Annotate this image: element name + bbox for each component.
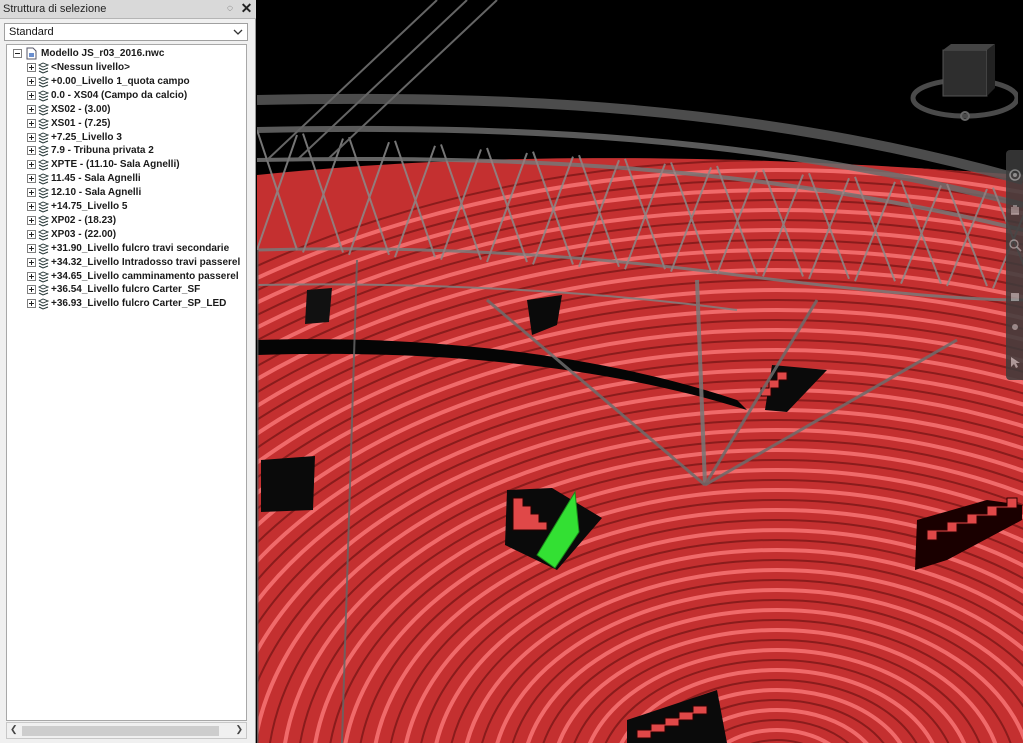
chevron-down-icon [233,29,243,35]
tree-item[interactable]: +36.93_Livello fulcro Carter_SP_LED [27,297,246,310]
collapse-icon[interactable] [13,49,22,58]
layer-icon [37,271,50,283]
expand-icon[interactable] [27,215,36,225]
tree-item[interactable]: +14.75_Livello 5 [27,200,246,213]
selection-mode-dropdown[interactable]: Standard [4,23,248,41]
tree-item[interactable]: +34.65_Livello camminamento passerel [27,270,246,283]
close-panel-button[interactable]: ✕ [240,1,253,16]
tree-item-label: +34.65_Livello camminamento passerel [51,270,239,282]
layer-icon [37,257,50,269]
tree-item-label: XPTE - (11.10- Sala Agnelli) [51,159,180,171]
tree-item-label: +36.93_Livello fulcro Carter_SP_LED [51,298,227,310]
tree-item-label: +7.25_Livello 3 [51,131,122,143]
tree-item[interactable]: 12.10 - Sala Agnelli [27,186,246,199]
selection-mode-value: Standard [9,26,54,38]
zoom-icon[interactable] [1008,238,1022,252]
tree-item-label: XP02 - (18.23) [51,214,117,226]
selection-tree-panel: Struttura di selezione ◌ ✕ Standard Mode… [0,0,256,743]
layer-icon [37,62,50,74]
tree-item[interactable]: +0.00_Livello 1_quota campo [27,75,246,88]
pin-icon[interactable]: ◌ [224,2,236,15]
tree-item-label: +0.00_Livello 1_quota campo [51,75,190,87]
scrollbar-thumb[interactable] [22,726,219,736]
tree-item-label: 0.0 - XS04 (Campo da calcio) [51,89,188,101]
expand-icon[interactable] [27,63,36,72]
tree-root-node[interactable]: Modello JS_r03_2016.nwc [13,47,243,60]
panel-title: Struttura di selezione [3,3,107,15]
tree-item-label: XS01 - (7.25) [51,117,111,129]
tree-item[interactable]: XPTE - (11.10- Sala Agnelli) [27,158,246,171]
scroll-right-icon[interactable]: ❯ [235,724,243,735]
expand-icon[interactable] [27,146,36,156]
expand-icon[interactable] [27,257,36,267]
layer-icon [37,76,50,88]
layer-icon [37,284,50,296]
layer-icon [37,145,50,157]
expand-icon[interactable] [27,90,36,100]
tree-item[interactable]: 0.0 - XS04 (Campo da calcio) [27,89,246,102]
tree-item-label: 12.10 - Sala Agnelli [51,187,142,199]
expand-icon[interactable] [27,299,36,309]
expand-icon[interactable] [27,118,36,128]
tree-item[interactable]: XP03 - (22.00) [27,228,246,241]
tree-item-label: XP03 - (22.00) [51,228,117,240]
tree-item[interactable]: <Nessun livello> [27,61,246,74]
expand-icon[interactable] [27,202,36,211]
tree-item[interactable]: XS02 - (3.00) [27,103,246,116]
expand-icon[interactable] [27,174,36,184]
tree-item-label: 7.9 - Tribuna privata 2 [51,145,154,157]
panel-title-bar: Struttura di selezione ◌ ✕ [0,0,256,19]
steering-wheel-icon[interactable] [1008,168,1022,182]
expand-icon[interactable] [27,160,36,170]
expand-icon[interactable] [27,229,36,239]
pan-hand-icon[interactable] [1008,202,1022,216]
layer-icon [37,90,50,102]
expand-icon[interactable] [27,285,36,295]
layer-icon [37,104,50,116]
viewcube-icon[interactable] [906,40,1018,130]
tree-item[interactable]: +7.25_Livello 3 [27,131,246,144]
tree-item[interactable]: +31.90_Livello fulcro travi secondarie [27,242,246,255]
layer-icon [37,173,50,185]
tree-root-label: Modello JS_r03_2016.nwc [41,48,165,59]
tree-item[interactable]: XP02 - (18.23) [27,214,246,227]
layer-icon [37,298,50,310]
layer-icon [37,215,50,227]
tree-horizontal-scrollbar[interactable]: ❮ ❯ [6,722,247,739]
expand-icon[interactable] [27,271,36,281]
tree-item-label: +34.32_Livello Intradosso travi passerel [51,256,241,268]
layer-icon [37,201,50,213]
tree-item-label: 11.45 - Sala Agnelli [51,173,141,185]
expand-icon[interactable] [27,188,36,198]
look-icon[interactable] [1008,320,1022,334]
layer-icon [37,118,50,130]
expand-icon[interactable] [27,243,36,253]
selection-tree[interactable]: Modello JS_r03_2016.nwc <Nessun livello>… [6,44,247,721]
tree-item[interactable]: 7.9 - Tribuna privata 2 [27,144,246,157]
expand-icon[interactable] [27,132,36,142]
layer-icon [37,187,50,199]
select-arrow-icon[interactable] [1008,355,1022,369]
layer-icon [37,159,50,171]
seating-bowl [257,158,1023,743]
tree-item-label: +31.90_Livello fulcro travi secondarie [51,242,230,254]
navigation-bar [1006,150,1023,380]
3d-viewport[interactable] [257,0,1023,743]
tree-item[interactable]: +34.32_Livello Intradosso travi passerel [27,256,246,269]
tree-item[interactable]: +36.54_Livello fulcro Carter_SF [27,283,246,296]
tree-item-label: <Nessun livello> [51,62,130,73]
expand-icon[interactable] [27,76,36,86]
tree-item[interactable]: XS01 - (7.25) [27,117,246,130]
expand-icon[interactable] [27,104,36,114]
model-file-icon [26,47,37,60]
layer-icon [37,243,50,255]
tree-item[interactable]: 11.45 - Sala Agnelli [27,172,246,185]
tree-item-label: +14.75_Livello 5 [51,201,128,212]
layer-icon [37,229,50,241]
tree-item-label: XS02 - (3.00) [51,103,111,115]
tree-item-label: +36.54_Livello fulcro Carter_SF [51,284,201,296]
orbit-icon[interactable] [1008,290,1022,304]
scroll-left-icon[interactable]: ❮ [10,724,18,735]
layer-icon [37,132,50,144]
